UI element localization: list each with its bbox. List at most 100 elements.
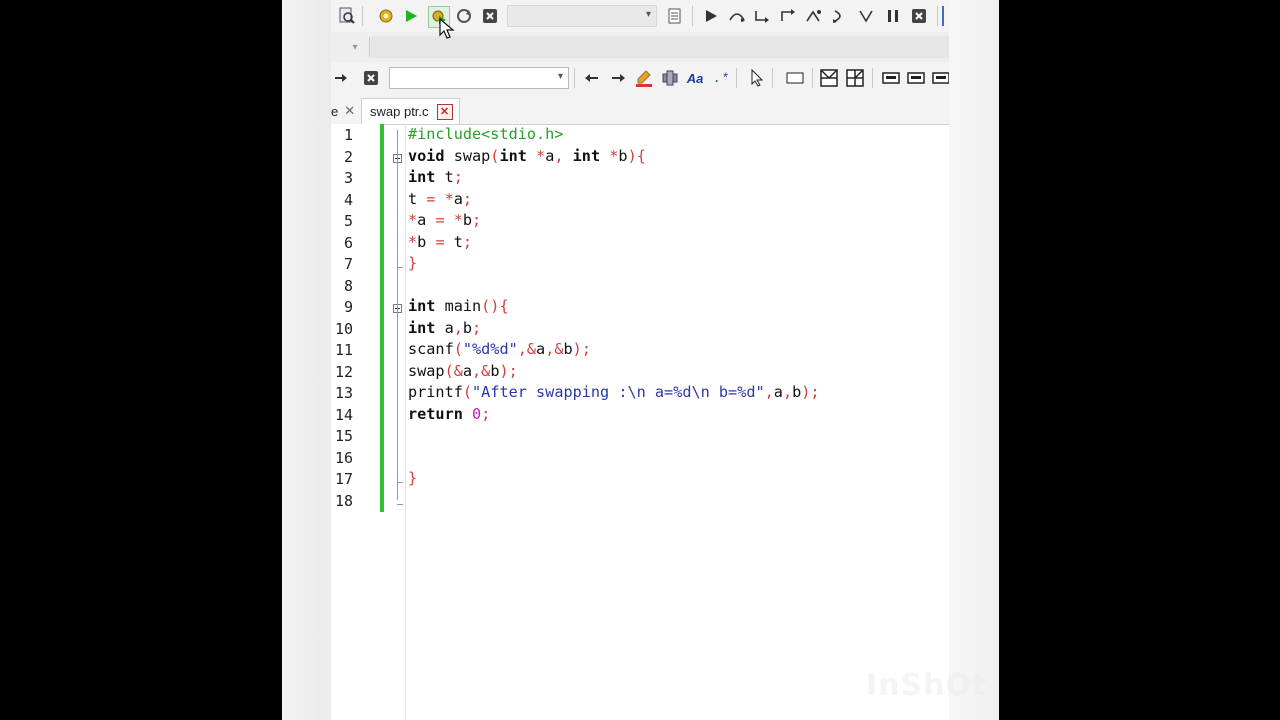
code-line: }	[408, 469, 417, 487]
code-token: ;	[462, 189, 473, 208]
tab-previous-file[interactable]: e ✕	[331, 98, 355, 124]
code-token: int	[408, 297, 436, 315]
skip-icon[interactable]	[856, 6, 876, 26]
run-to-cursor-icon[interactable]	[804, 6, 824, 26]
code-token: swap	[444, 146, 491, 165]
code-token: int	[499, 146, 527, 165]
code-line: printf("After swapping :\n a=%d\n b=%d",…	[408, 383, 820, 401]
line-number: 16	[334, 448, 353, 467]
code-token: b	[462, 318, 473, 337]
close-icon[interactable]: ✕	[344, 103, 355, 119]
chevron-down-icon: ▾	[645, 9, 651, 20]
code-token: *	[536, 146, 546, 165]
code-token: ,	[554, 146, 573, 165]
frame-left-margin	[282, 0, 331, 720]
line-number: 1	[343, 126, 353, 144]
code-line: *a = *b;	[408, 211, 481, 229]
bookmark-icon[interactable]	[660, 68, 680, 88]
stop-search-icon[interactable]	[361, 68, 381, 88]
toolbar-separator	[937, 6, 938, 26]
code-token: ,&	[517, 340, 537, 358]
code-token: void	[408, 146, 445, 165]
line-number: 8	[343, 276, 353, 295]
code-token: scanf	[408, 340, 454, 358]
step-out-icon[interactable]	[778, 6, 798, 26]
toolbar-separator	[772, 68, 773, 88]
close-icon[interactable]: ✕	[436, 103, 453, 120]
step-into-icon[interactable]	[752, 6, 772, 26]
code-line: #include<stdio.h>	[408, 125, 563, 143]
abort-icon[interactable]	[909, 6, 929, 26]
run-icon[interactable]	[401, 6, 421, 26]
pause-icon[interactable]	[883, 6, 903, 26]
forward-icon[interactable]	[608, 68, 628, 88]
match-case-icon[interactable]: Aa	[685, 68, 705, 88]
function-selector[interactable]	[371, 36, 949, 58]
code-token: a	[462, 361, 473, 380]
code-token: = *	[435, 211, 463, 229]
secondary-toolbar: ▾	[331, 32, 949, 63]
highlight-icon[interactable]	[634, 68, 654, 88]
compiler-dropdown[interactable]: ▾	[507, 5, 657, 27]
line-number: 3	[343, 169, 353, 187]
back-icon[interactable]	[582, 68, 602, 88]
code-token: a	[435, 318, 454, 337]
tab-swap-ptr-c[interactable]: swap ptr.c ✕	[361, 98, 460, 124]
code-token: a	[417, 211, 436, 229]
toolbar-separator	[362, 6, 363, 26]
toolbar-separator	[574, 68, 575, 88]
chevron-down-icon: ▾	[557, 71, 563, 82]
rectangle-icon[interactable]	[785, 68, 805, 88]
window-icon[interactable]	[942, 6, 949, 26]
line-number: 7	[343, 255, 353, 273]
code-editor[interactable]: #include<stdio.h> void swap ( int * a, int *…	[405, 124, 949, 720]
code-token: =	[435, 232, 454, 251]
code-token: b	[563, 340, 573, 358]
settings-icon[interactable]	[665, 6, 685, 26]
pointer-icon[interactable]	[747, 68, 767, 88]
code-token: b	[792, 383, 802, 401]
search-toolbar: ▾ Aa .*	[331, 62, 949, 95]
debug-run-icon[interactable]	[701, 6, 721, 26]
code-token: b	[462, 211, 473, 229]
code-token: ;	[462, 232, 473, 251]
code-token: ;	[481, 404, 491, 423]
step-over-icon[interactable]	[727, 6, 747, 26]
main-toolbar: ▾	[331, 0, 949, 33]
regex-icon[interactable]: .*	[711, 68, 731, 88]
stop-icon[interactable]	[480, 6, 500, 26]
code-token: return	[408, 404, 463, 423]
code-token: a	[453, 189, 463, 208]
layout-icon-1[interactable]	[881, 68, 901, 88]
layout-icon-2[interactable]	[906, 68, 926, 88]
code-token: printf	[408, 383, 463, 401]
rebuild-icon[interactable]	[454, 6, 474, 26]
code-token: ,	[764, 383, 774, 401]
code-token: t	[453, 232, 463, 251]
compile-gear-icon[interactable]	[376, 6, 396, 26]
code-token: (	[453, 340, 463, 358]
grid-icon-1[interactable]	[819, 68, 839, 88]
search-file-icon[interactable]	[337, 6, 357, 26]
line-number: 13	[334, 384, 353, 402]
chevron-down-icon[interactable]: ▾	[345, 37, 365, 57]
ide-window: ▾ ▾ ▾ Aa .* e ✕ swap ptr.c ✕ 1 2 3 4 5 6…	[331, 0, 949, 720]
tab-label: swap ptr.c	[370, 104, 429, 119]
code-line: return 0;	[408, 405, 490, 423]
line-number: 4	[343, 190, 353, 209]
code-token: }	[408, 254, 418, 272]
line-number: 2	[343, 147, 353, 166]
line-number: 6	[343, 233, 353, 252]
search-box[interactable]: ▾	[389, 67, 569, 89]
next-line-icon[interactable]	[830, 6, 850, 26]
layout-icon-3[interactable]	[931, 68, 949, 88]
editor-tab-bar: e ✕ swap ptr.c ✕	[331, 94, 949, 125]
code-line: int main(){	[408, 297, 509, 315]
code-token: ;	[453, 168, 463, 186]
grid-icon-2[interactable]	[845, 68, 865, 88]
toolbar-separator	[736, 68, 737, 88]
goto-icon[interactable]	[331, 68, 351, 88]
code-token: b	[618, 146, 628, 165]
code-line: }	[408, 254, 417, 272]
